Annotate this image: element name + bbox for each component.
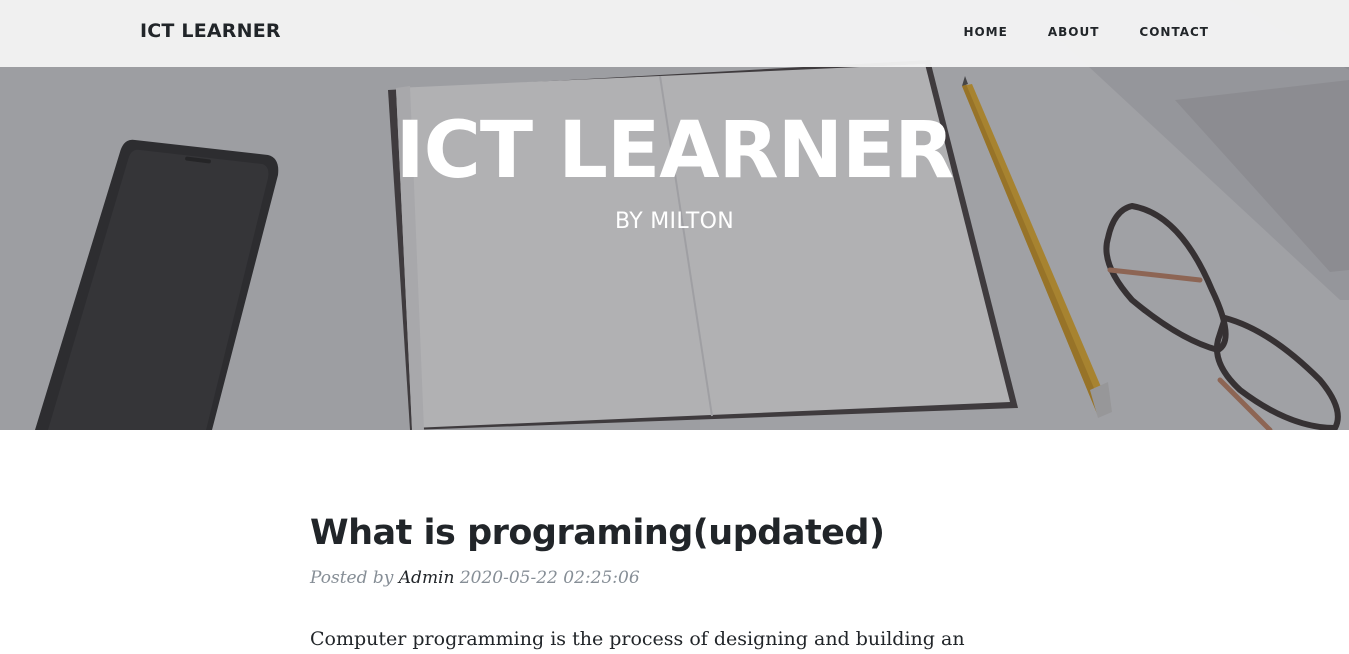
- page: ICT LEARNER BY MILTON ICT LEARNER HOME A…: [0, 0, 1349, 654]
- post-title-link[interactable]: What is programing(updated): [310, 510, 1050, 556]
- post-date: 2020-05-22 02:25:06: [459, 568, 640, 588]
- nav-link-home[interactable]: HOME: [963, 25, 1007, 39]
- post-meta-prefix: Posted by: [310, 568, 394, 588]
- navbar-brand-link[interactable]: ICT LEARNER: [140, 20, 281, 42]
- navbar: ICT LEARNER HOME ABOUT CONTACT: [0, 0, 1349, 67]
- post-preview: What is programing(updated) Posted by Ad…: [310, 510, 1050, 654]
- site-subtitle: BY MILTON: [615, 209, 734, 234]
- site-heading: ICT LEARNER BY MILTON: [0, 105, 1349, 234]
- nav-link-contact[interactable]: CONTACT: [1139, 25, 1209, 39]
- nav-links: HOME ABOUT CONTACT: [923, 25, 1209, 39]
- post-author-link[interactable]: Admin: [399, 568, 455, 588]
- post-excerpt: Computer programming is the process of d…: [310, 628, 965, 650]
- post-meta: Posted by Admin 2020-05-22 02:25:06: [310, 568, 1050, 588]
- nav-link-about[interactable]: ABOUT: [1048, 25, 1100, 39]
- site-title: ICT LEARNER: [395, 106, 955, 196]
